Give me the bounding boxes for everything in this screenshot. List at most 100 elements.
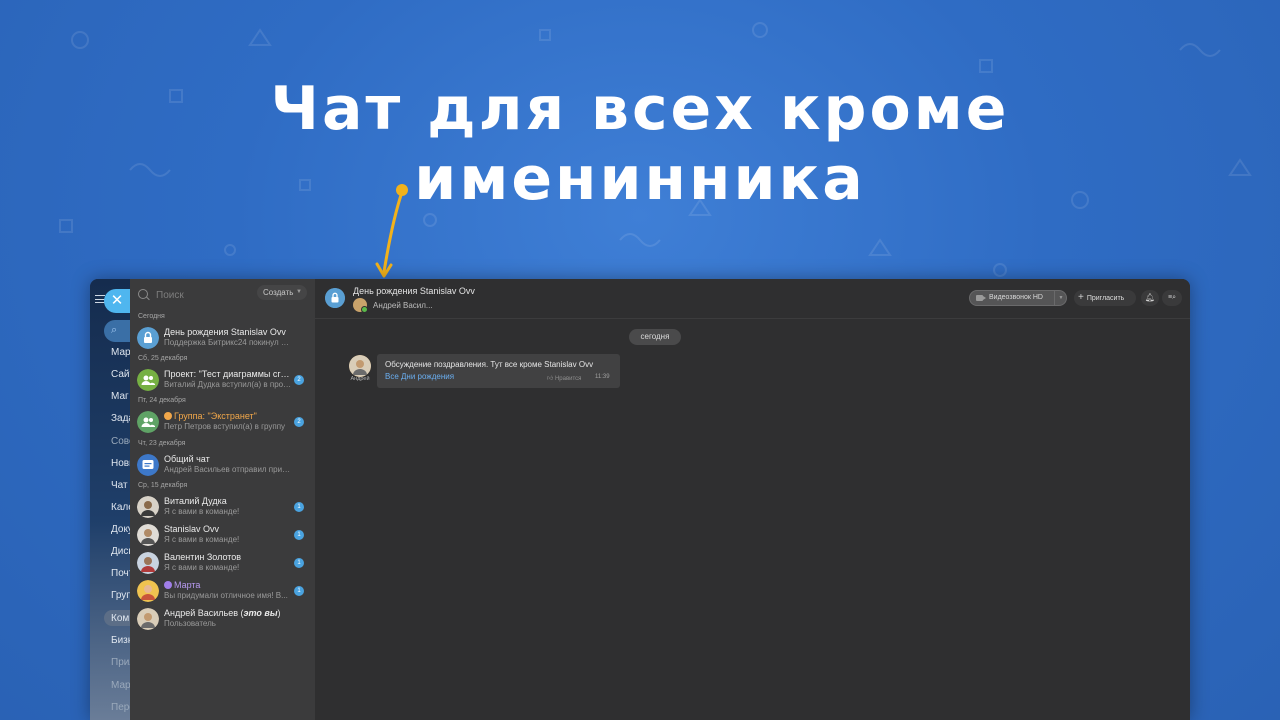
video-call-label: Видеозвонок HD xyxy=(989,294,1043,301)
video-call-button[interactable]: Видеозвонок HD ▼ xyxy=(969,290,1067,306)
portal-menu-item[interactable]: Маг xyxy=(111,391,130,402)
portal-menu-item[interactable]: Сове xyxy=(111,436,130,447)
chat-item-user[interactable]: Stanislav Ovv Я с вами в команде! 1 xyxy=(130,521,315,549)
recent-chats-panel: Создать ▼ Сегодня День рождения Stanisla… xyxy=(130,279,315,720)
unread-count-badge: 2 xyxy=(294,375,304,385)
portal-menu-item[interactable]: Перс xyxy=(111,702,130,713)
portal-menu-item[interactable]: Ком xyxy=(111,613,130,624)
chat-item-project[interactable]: Проект: "Тест диаграммы сгорания" Витали… xyxy=(130,366,315,394)
date-separator: Ср, 15 декабря xyxy=(138,482,188,489)
portal-menu-item[interactable]: Доку xyxy=(111,524,130,535)
chat-item-user[interactable]: Виталий Дудка Я с вами в команде! 1 xyxy=(130,493,315,521)
chat-item-subtitle: Виталий Дудка вступил(а) в проект xyxy=(164,380,292,389)
group-avatar-icon xyxy=(137,369,159,391)
create-button-label: Создать xyxy=(263,288,294,297)
search-icon xyxy=(138,289,148,299)
member-name[interactable]: Андрей Васил... xyxy=(373,301,433,310)
portal-menu-item[interactable]: Чат xyxy=(111,480,130,491)
globe-icon xyxy=(164,412,172,420)
like-label: Нравится xyxy=(554,376,582,382)
chat-item-subtitle: Андрей Васильев отправил приглашение xyxy=(164,465,292,474)
invite-button[interactable]: + Пригласить xyxy=(1074,290,1136,306)
chat-item-general[interactable]: Общий чат Андрей Васильев отправил пригл… xyxy=(130,451,315,479)
chat-item-title: Stanislav Ovv xyxy=(164,524,220,534)
chevron-down-icon[interactable]: ▼ xyxy=(1054,291,1067,305)
user-avatar xyxy=(137,496,159,518)
lock-chat-avatar-icon[interactable] xyxy=(325,288,345,308)
chat-item-user[interactable]: Валентин Золотов Я с вами в команде! 1 xyxy=(130,549,315,577)
unread-count-badge: 1 xyxy=(294,558,304,568)
chat-item-title-text: Группа: "Экстранет" xyxy=(174,411,257,421)
message-text: Обсуждение поздравления. Тут все кроме S… xyxy=(385,360,594,369)
chat-item-title: Группа: "Экстранет" xyxy=(164,411,292,421)
portal-menu-item[interactable]: Мар xyxy=(111,347,130,358)
portal-menu-item[interactable]: Кале xyxy=(111,502,130,513)
invite-label: Пригласить xyxy=(1086,295,1125,302)
chat-item-subtitle: Пользователь xyxy=(164,619,216,628)
user-avatar xyxy=(137,552,159,574)
chat-item-title: День рождения Stanislav Ovv xyxy=(164,327,286,337)
chat-item-subtitle: Я с вами в команде! xyxy=(164,507,240,516)
like-button[interactable]: 👍︎ Нравится xyxy=(547,374,581,382)
chevron-down-icon: ▼ xyxy=(296,289,302,295)
group-avatar-icon xyxy=(137,411,159,433)
message-link[interactable]: Все Дни рождения xyxy=(385,372,454,381)
close-messenger-button[interactable]: ✕ xyxy=(104,289,130,313)
user-avatar xyxy=(137,580,159,602)
chat-item-subtitle: Я с вами в команде! xyxy=(164,535,240,544)
unread-count-badge: 1 xyxy=(294,530,304,540)
author-avatar[interactable] xyxy=(349,355,371,377)
chat-item-self[interactable]: Андрей Васильев (это вы) Пользователь xyxy=(130,605,315,633)
promo-headline: Чат для всех кроме именинника xyxy=(0,74,1280,214)
chat-item-subtitle: Петр Петров вступил(а) в группу xyxy=(164,422,286,431)
unread-count-badge: 2 xyxy=(294,417,304,427)
chat-header: День рождения Stanislav Ovv Андрей Васил… xyxy=(315,279,1190,319)
chat-item-subtitle: Вы придумали отличное имя! В... xyxy=(164,591,288,600)
chat-item-extranet-group[interactable]: Группа: "Экстранет" Петр Петров вступил(… xyxy=(130,408,315,436)
date-separator: Сегодня xyxy=(138,313,165,320)
portal-menu-item[interactable]: Сайт xyxy=(111,369,130,380)
author-name: Андрей xyxy=(350,376,370,382)
chat-panel: День рождения Stanislav Ovv Андрей Васил… xyxy=(315,279,1190,720)
chat-item-title: Виталий Дудка xyxy=(164,496,227,506)
member-avatar[interactable] xyxy=(353,298,368,313)
chat-title[interactable]: День рождения Stanislav Ovv xyxy=(353,286,475,296)
self-name-end: ) xyxy=(277,608,281,618)
portal-menu: ✕ ⌕ Мар Сайт Маг Зада Сове Нови Чат Кале… xyxy=(90,279,130,720)
portal-menu-item[interactable]: Груп xyxy=(111,590,130,601)
user-avatar xyxy=(137,608,159,630)
chat-item-title: Андрей Васильев (это вы) xyxy=(164,608,292,618)
message-bubble: Обсуждение поздравления. Тут все кроме S… xyxy=(377,354,620,388)
portal-menu-item[interactable]: Диск xyxy=(111,546,130,557)
chat-item-title-text: Марта xyxy=(174,580,201,590)
online-status-icon xyxy=(361,306,368,313)
portal-menu-item[interactable]: Нови xyxy=(111,458,130,469)
thumbs-up-icon: 👍︎ xyxy=(547,376,555,382)
chat-item-subtitle: Поддержка Битрикс24 покинул чат xyxy=(164,338,292,347)
portal-menu-item[interactable]: Бизн xyxy=(111,635,130,646)
chat-item-title: Валентин Золотов xyxy=(164,552,242,562)
portal-search-pill[interactable]: ⌕ xyxy=(104,320,130,342)
portal-menu-item[interactable]: Почт xyxy=(111,568,130,579)
date-separator: Сб, 25 декабря xyxy=(138,355,188,362)
unread-count-badge: 1 xyxy=(294,586,304,596)
chat-item-user[interactable]: Марта Вы придумали отличное имя! В... 1 xyxy=(130,577,315,605)
portal-menu-item[interactable]: Мар xyxy=(111,680,130,691)
portal-menu-item[interactable]: Прил xyxy=(111,657,130,668)
lock-chat-avatar-icon xyxy=(137,327,159,349)
search-messages-icon[interactable]: ≡⌕ xyxy=(1162,290,1182,306)
plus-icon: + xyxy=(1078,292,1084,303)
message-time: 11:39 xyxy=(595,374,610,380)
portal-menu-item[interactable]: Зада xyxy=(111,413,130,424)
bot-icon xyxy=(164,581,172,589)
chat-item-title: Марта xyxy=(164,580,292,590)
date-separator: Пт, 24 декабря xyxy=(138,397,186,404)
chat-item-birthday[interactable]: День рождения Stanislav Ovv Поддержка Би… xyxy=(130,324,315,352)
date-separator: Чт, 23 декабря xyxy=(138,440,186,447)
search-input[interactable] xyxy=(156,288,246,302)
create-button[interactable]: Создать ▼ xyxy=(257,285,307,300)
chat-item-subtitle: Я с вами в команде! xyxy=(164,563,240,572)
day-separator: сегодня xyxy=(629,329,681,345)
general-chat-avatar-icon xyxy=(137,454,159,476)
bell-icon[interactable]: 🔔︎ xyxy=(1141,290,1159,306)
